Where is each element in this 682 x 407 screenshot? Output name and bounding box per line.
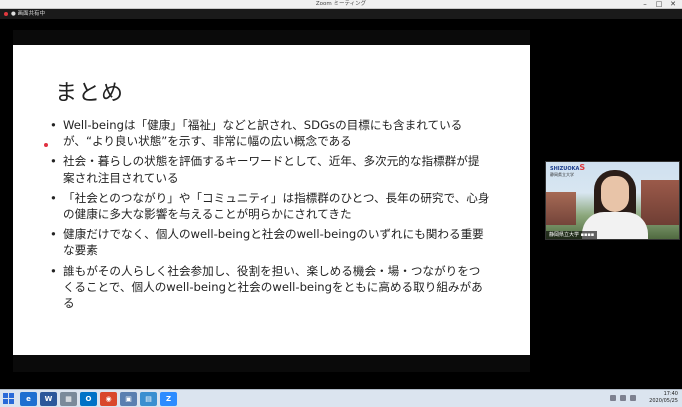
clock-time: 17:40: [663, 391, 678, 397]
university-logo: SHIZUOKAS 静岡県立大学: [550, 163, 586, 178]
slide-bullet: • Well-beingは「健康」「福祉」などと訳され、SDGsの目標にも含まれて…: [50, 117, 490, 149]
minimize-icon[interactable]: –: [638, 0, 652, 9]
share-status-label: ● 画面共有中: [11, 11, 46, 17]
slide-bullet: • 健康だけでなく、個人のwell-beingと社会のwell-beingのいずれ…: [50, 226, 490, 258]
laser-pointer-icon: [44, 143, 48, 147]
logo-subtext: 静岡県立大学: [550, 172, 574, 177]
start-button[interactable]: [3, 393, 15, 405]
taskbar-app-icon[interactable]: ▦: [60, 392, 77, 406]
share-status-bar: ● 画面共有中: [0, 9, 682, 19]
participant-name-tag: 静岡県立大学 ▪▪▪▪: [546, 231, 598, 239]
slide-bullet-text: 誰もがその人らしく社会参加し、役割を担い、楽しめる機会・場・つながりをつくること…: [63, 263, 483, 311]
tray-icon[interactable]: [610, 395, 616, 401]
taskbar-app-icon[interactable]: ◉: [100, 392, 117, 406]
participant-face: [601, 176, 629, 212]
bullet-icon: •: [50, 118, 57, 132]
maximize-icon[interactable]: □: [652, 0, 666, 9]
taskbar-clock[interactable]: 17:40 2020/05/25: [649, 391, 678, 405]
close-icon[interactable]: ✕: [666, 0, 680, 9]
slide-bullet: • 「社会とのつながり」や「コミュニティ」は指標群のひとつ、長年の研究で、心身の健…: [50, 190, 490, 222]
window-title: Zoom ミーティング: [315, 1, 367, 7]
slide-bullet: • 社会・暮らしの状態を評価するキーワードとして、近年、多次元的な指標群が提案され…: [50, 153, 490, 185]
taskbar-app-icon[interactable]: W: [40, 392, 57, 406]
clock-date: 2020/05/25: [649, 398, 678, 404]
bullet-icon: •: [50, 227, 57, 242]
slide-bullet-text: 「社会とのつながり」や「コミュニティ」は指標群のひとつ、長年の研究で、心身の健康…: [63, 190, 490, 222]
slide-bullet-list: • Well-beingは「健康」「福祉」などと訳され、SDGsの目標にも含まれて…: [50, 117, 490, 315]
taskbar-app-icon[interactable]: e: [20, 392, 37, 406]
window-titlebar: Zoom ミーティング – □ ✕: [0, 0, 682, 9]
logo-s: S: [579, 163, 586, 172]
slide-title: まとめ: [55, 81, 125, 106]
taskbar-apps: e W ▦ O ◉ ▣ ▤ Z: [20, 392, 177, 406]
windows-logo-icon: [3, 393, 8, 398]
taskbar-app-icon[interactable]: Z: [160, 392, 177, 406]
taskbar: e W ▦ O ◉ ▣ ▤ Z 17:40 2020/05/25: [0, 389, 682, 407]
slide-bottom-margin: [13, 355, 530, 372]
taskbar-app-icon[interactable]: O: [80, 392, 97, 406]
taskbar-app-icon[interactable]: ▣: [120, 392, 137, 406]
windows-logo-icon: [3, 399, 8, 404]
windows-logo-icon: [9, 399, 14, 404]
shared-slide: まとめ • Well-beingは「健康」「福祉」などと訳され、SDGsの目標にも…: [13, 45, 530, 355]
bullet-icon: •: [50, 154, 57, 169]
slide-bullet-text: Well-beingは「健康」「福祉」などと訳され、SDGsの目標にも含まれてい…: [63, 118, 463, 149]
slide-bullet-text: 健康だけでなく、個人のwell-beingと社会のwell-beingのいずれに…: [63, 227, 484, 258]
background-building: [546, 192, 576, 225]
taskbar-app-icon[interactable]: ▤: [140, 392, 157, 406]
tray-icon[interactable]: [620, 395, 626, 401]
window-controls: – □ ✕: [638, 0, 680, 9]
recording-dot-icon: [4, 12, 8, 16]
slide-top-margin: [13, 30, 530, 45]
system-tray-icons: [610, 395, 636, 401]
participant-video[interactable]: SHIZUOKAS 静岡県立大学 静岡県立大学 ▪▪▪▪: [545, 161, 680, 240]
bullet-icon: •: [50, 263, 57, 278]
slide-bullet: • 誰もがその人らしく社会参加し、役割を担い、楽しめる機会・場・つながりをつくるこ…: [50, 263, 490, 312]
tray-icon[interactable]: [630, 395, 636, 401]
windows-logo-icon: [9, 393, 14, 398]
slide-bullet-text: 社会・暮らしの状態を評価するキーワードとして、近年、多次元的な指標群が提案され注…: [63, 154, 480, 185]
background-building: [641, 180, 679, 225]
bullet-icon: •: [50, 190, 57, 205]
